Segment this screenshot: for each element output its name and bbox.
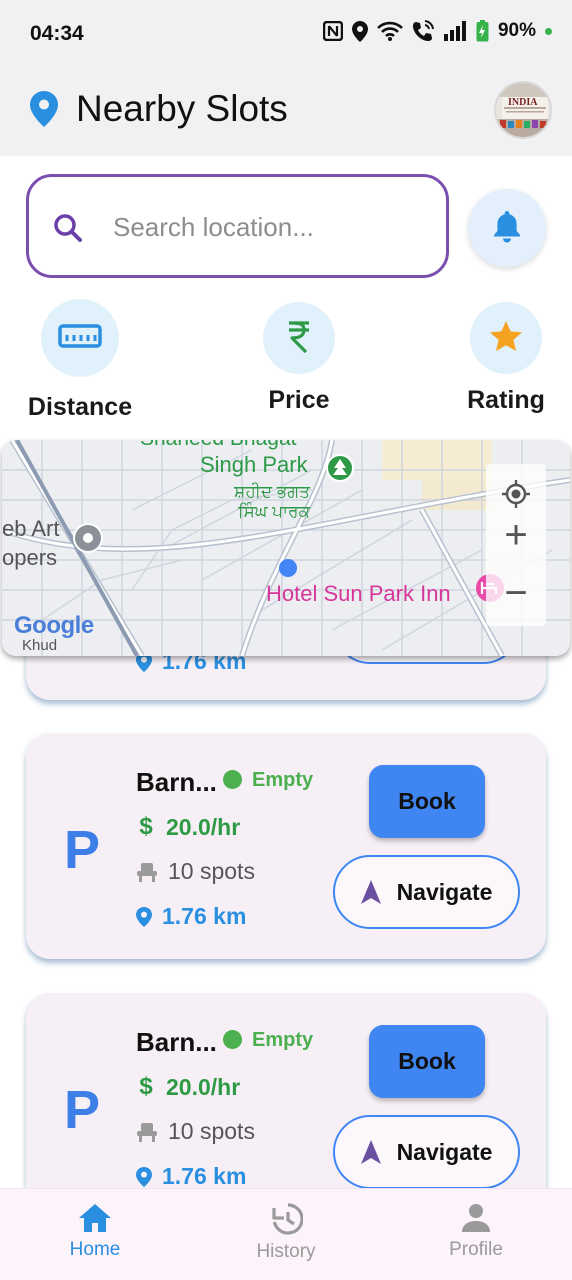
map-label-park-local-1: ਸ਼ਹੀਦ ਭਗਤ [234, 482, 310, 501]
filter-distance-label: Distance [27, 393, 133, 421]
parking-logo: P [64, 820, 101, 880]
nav-history-label: History [256, 1241, 316, 1262]
map-view[interactable]: Shaheed Bhagat Singh Park ਸ਼ਹੀਦ ਭਗਤ ਸਿੰਘ… [2, 440, 570, 656]
seat-icon [137, 1122, 157, 1142]
parking-card[interactable]: P Barn... Empty $ 20.0/hr 10 spots 1.76 … [26, 993, 546, 1219]
search-box[interactable] [26, 174, 449, 278]
price-row: $ 20.0/hr [136, 1073, 240, 1101]
page-title: Nearby Slots [76, 88, 288, 129]
search-icon [53, 213, 83, 248]
location-icon [351, 20, 368, 42]
parking-name: Barn... [136, 767, 217, 797]
price-row: $ 20.0/hr [136, 813, 240, 841]
price-value: 20.0/hr [166, 1073, 241, 1100]
bell-icon [492, 209, 522, 248]
dollar-icon: $ [139, 813, 153, 840]
distance-value: 1.76 km [162, 903, 247, 929]
navigation-arrow-icon [360, 1140, 381, 1164]
price-value: 20.0/hr [166, 813, 241, 840]
map-label-park-local-2: ਸਿੰਘ ਪਾਰਕ [238, 502, 311, 521]
filter-price-circle [263, 302, 335, 374]
filter-rating-circle [470, 302, 542, 374]
avatar[interactable]: INDIA [494, 81, 552, 139]
location-small-icon [136, 1166, 152, 1187]
status-dot [223, 770, 242, 789]
dollar-icon: $ [139, 1073, 153, 1100]
book-button[interactable]: Book [369, 1025, 485, 1098]
spots-value: 10 spots [168, 1118, 255, 1144]
person-icon [462, 1204, 490, 1232]
battery-percent: 90% [497, 20, 536, 41]
navigate-label: Navigate [396, 878, 493, 905]
zoom-out-button[interactable]: − [486, 570, 546, 616]
status-icons: 90% [322, 20, 552, 42]
notifications-button[interactable] [468, 189, 546, 267]
star-icon [489, 320, 523, 357]
filter-rating[interactable]: Rating [453, 302, 559, 415]
spots-row: 10 spots [136, 858, 255, 885]
search-input[interactable] [113, 207, 433, 247]
nfc-icon [322, 21, 343, 41]
parking-name: Barn... [136, 1027, 217, 1057]
location-pin-icon [30, 91, 58, 132]
nav-profile[interactable]: Profile [406, 1203, 546, 1261]
spots-value: 10 spots [168, 858, 255, 884]
navigate-label: Navigate [396, 1138, 493, 1165]
status-badge: Empty [252, 1029, 314, 1051]
ruler-icon [58, 323, 102, 354]
status-time: 04:34 [30, 22, 84, 45]
rupee-icon [286, 319, 312, 358]
map-label-left-2: opers [2, 545, 58, 570]
navigate-button[interactable]: Navigate [333, 1115, 520, 1189]
battery-charging-icon [476, 20, 489, 42]
location-small-icon [136, 906, 152, 927]
filter-rating-label: Rating [467, 386, 545, 414]
map-label-park: Singh Park [200, 452, 308, 477]
wifi-call-icon [412, 20, 434, 42]
filter-price-label: Price [268, 386, 330, 414]
filter-price[interactable]: Price [246, 302, 352, 415]
distance-value: 1.76 km [162, 1163, 247, 1189]
google-logo: Google [14, 612, 94, 639]
filter-distance-circle [41, 299, 119, 377]
my-location-icon [502, 480, 530, 508]
map-label-hotel: Hotel Sun Park Inn [266, 581, 451, 606]
map-label-park-top: Shaheed Bhagat [140, 440, 296, 451]
nav-profile-label: Profile [449, 1239, 503, 1260]
map-controls: + − [486, 464, 546, 626]
status-badge: Empty [252, 769, 314, 791]
navigation-arrow-icon [360, 880, 381, 904]
home-icon [79, 1204, 111, 1232]
status-dot [223, 1030, 242, 1049]
nav-history[interactable]: History [216, 1203, 356, 1263]
parking-card[interactable]: P Barn... Empty $ 20.0/hr 10 spots 1.76 … [26, 733, 546, 959]
map-label-left-1: eb Art [2, 516, 60, 541]
history-icon [272, 1203, 303, 1235]
spots-row: 10 spots [136, 1118, 255, 1145]
distance-row: 1.76 km [136, 903, 246, 930]
nav-home[interactable]: Home [25, 1203, 165, 1261]
book-button[interactable]: Book [369, 765, 485, 838]
parking-logo: P [64, 1080, 101, 1140]
distance-row: 1.76 km [136, 1163, 246, 1190]
filter-distance[interactable]: Distance [24, 299, 136, 422]
bottom-nav: Home History Profile [0, 1188, 572, 1280]
status-bar: 04:34 90% [0, 0, 572, 70]
app-header: Nearby Slots INDIA [0, 70, 572, 156]
signal-icon [443, 21, 467, 41]
wifi-icon [377, 21, 403, 41]
seat-icon [137, 862, 157, 882]
navigate-button[interactable]: Navigate [333, 855, 520, 929]
avatar-caption: INDIA [508, 97, 538, 108]
zoom-in-button[interactable]: + [486, 512, 546, 558]
my-location-button[interactable] [496, 474, 536, 514]
battery-dot [545, 27, 552, 35]
nav-home-label: Home [69, 1239, 121, 1260]
